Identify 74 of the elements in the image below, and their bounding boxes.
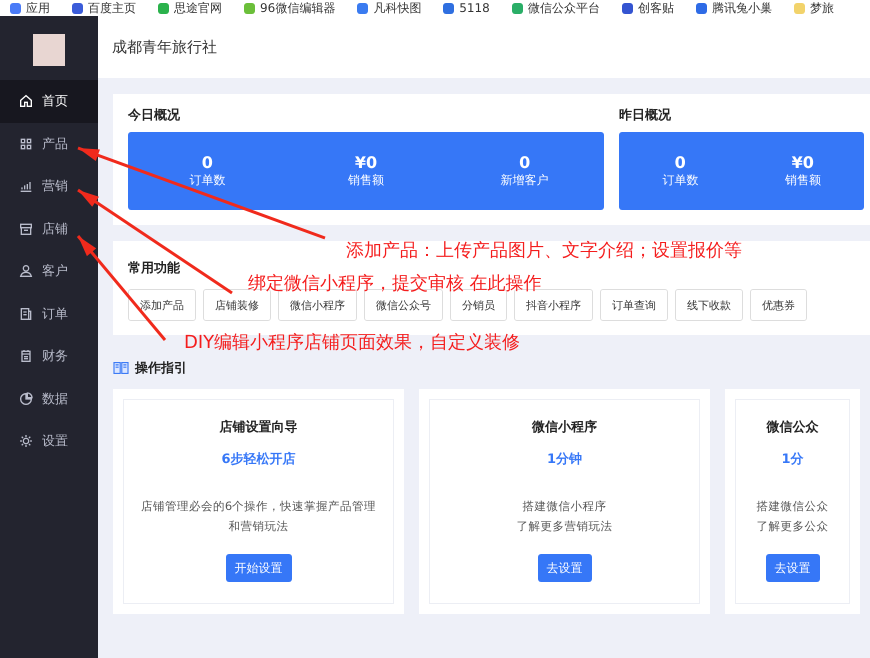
store-title: 成都青年旅行社 <box>112 38 217 56</box>
section-title: 常用功能 <box>128 260 181 277</box>
card-highlight: 1分钟 <box>546 451 582 468</box>
nav-icon <box>18 306 34 322</box>
quick-function-button[interactable]: 添加产品 <box>128 289 196 321</box>
card-description-line: 搭建微信公众 <box>756 498 828 515</box>
bookmark-icon <box>512 2 523 14</box>
setup-button[interactable]: 开始设置 <box>226 554 292 582</box>
card-title: 微信小程序 <box>532 418 597 436</box>
sidebar-item[interactable]: 设置 <box>0 420 98 462</box>
sidebar-item[interactable]: 店铺 <box>0 208 98 250</box>
bookmark-link[interactable]: 96微信编辑器 <box>244 0 336 16</box>
bookmark-link[interactable]: 凡科快图 <box>357 0 422 16</box>
bookmark-link[interactable]: 梦旅 <box>794 0 834 16</box>
setup-button[interactable]: 去设置 <box>538 554 592 582</box>
section-title: 操作指引 <box>135 360 187 377</box>
setup-button[interactable]: 去设置 <box>766 554 820 582</box>
bookmark-icon <box>244 2 255 14</box>
stat-label: 销售额 <box>784 172 821 189</box>
sidebar-item[interactable]: 财务 <box>0 335 98 378</box>
stat-label: 订单数 <box>189 172 226 189</box>
card-description-line: 搭建微信小程序 <box>522 498 606 515</box>
bookmark-link[interactable]: 应用 <box>10 0 50 16</box>
sidebar-item[interactable]: 客户 <box>0 250 98 292</box>
sidebar-item[interactable]: 营销 <box>0 165 98 208</box>
stat-label: 订单数 <box>662 172 698 189</box>
bookmark-link[interactable]: 思途官网 <box>158 0 222 16</box>
stat-value: 0 <box>519 153 530 172</box>
stat-value: 0 <box>674 153 686 172</box>
nav-icon <box>18 93 34 110</box>
bookmark-link[interactable]: 百度主页 <box>72 0 136 16</box>
bookmark-icon <box>622 2 633 14</box>
stat-value: 0 <box>202 153 213 172</box>
sidebar-item[interactable]: 数据 <box>0 378 98 420</box>
bookmark-icon <box>158 2 169 14</box>
annotation-text: 添加产品：上传产品图片、文字介绍；设置报价等 <box>346 239 742 262</box>
bookmark-icon <box>443 2 454 14</box>
bookmark-icon <box>10 2 21 14</box>
card-title: 店铺设置向导 <box>220 418 298 436</box>
card-description-line: 了解更多公众 <box>756 518 828 535</box>
card-title: 微信公众 <box>766 419 818 436</box>
nav-icon <box>18 136 34 152</box>
book-icon <box>113 361 129 375</box>
sidebar-item[interactable]: 产品 <box>0 122 98 165</box>
card-highlight: 6步轻松开店 <box>221 450 296 468</box>
quick-function-button[interactable]: 订单查询 <box>600 289 668 321</box>
nav-icon <box>18 433 34 450</box>
nav-icon <box>18 390 34 407</box>
bookmark-icon <box>794 2 805 14</box>
stat-value: ¥0 <box>354 153 378 172</box>
card-description-line: 和营销玩法 <box>228 518 288 535</box>
section-title: 昨日概况 <box>619 107 672 124</box>
bookmark-icon <box>357 2 368 14</box>
bookmark-link[interactable]: 创客贴 <box>622 0 674 16</box>
quick-function-button[interactable]: 优惠券 <box>750 289 807 321</box>
annotation-text: DIY编辑小程序店铺页面效果，自定义装修 <box>184 331 520 354</box>
quick-function-button[interactable]: 线下收款 <box>675 289 743 321</box>
stat-label: 新增客户 <box>500 172 549 189</box>
stat-value: ¥0 <box>792 153 814 172</box>
logo-photo-placeholder <box>33 34 65 66</box>
sidebar-item[interactable]: 订单 <box>0 292 98 335</box>
nav-icon <box>18 263 34 280</box>
card-highlight: 1分 <box>781 451 804 468</box>
stat-label: 销售额 <box>348 172 384 189</box>
bookmark-link[interactable]: 腾讯兔小巢 <box>696 0 772 16</box>
card-description-line: 了解更多营销玩法 <box>516 518 612 535</box>
card-description-line: 店铺管理必会的6个操作，快速掌握产品管理 <box>140 498 376 515</box>
bookmark-link[interactable]: 微信公众平台 <box>512 0 600 16</box>
bookmark-icon <box>72 2 83 14</box>
section-title: 今日概况 <box>128 107 181 124</box>
bookmark-link[interactable]: 5118 <box>443 1 490 15</box>
nav-icon <box>18 220 34 237</box>
sidebar-item[interactable]: 首页 <box>0 80 98 122</box>
bookmark-icon <box>696 2 707 14</box>
